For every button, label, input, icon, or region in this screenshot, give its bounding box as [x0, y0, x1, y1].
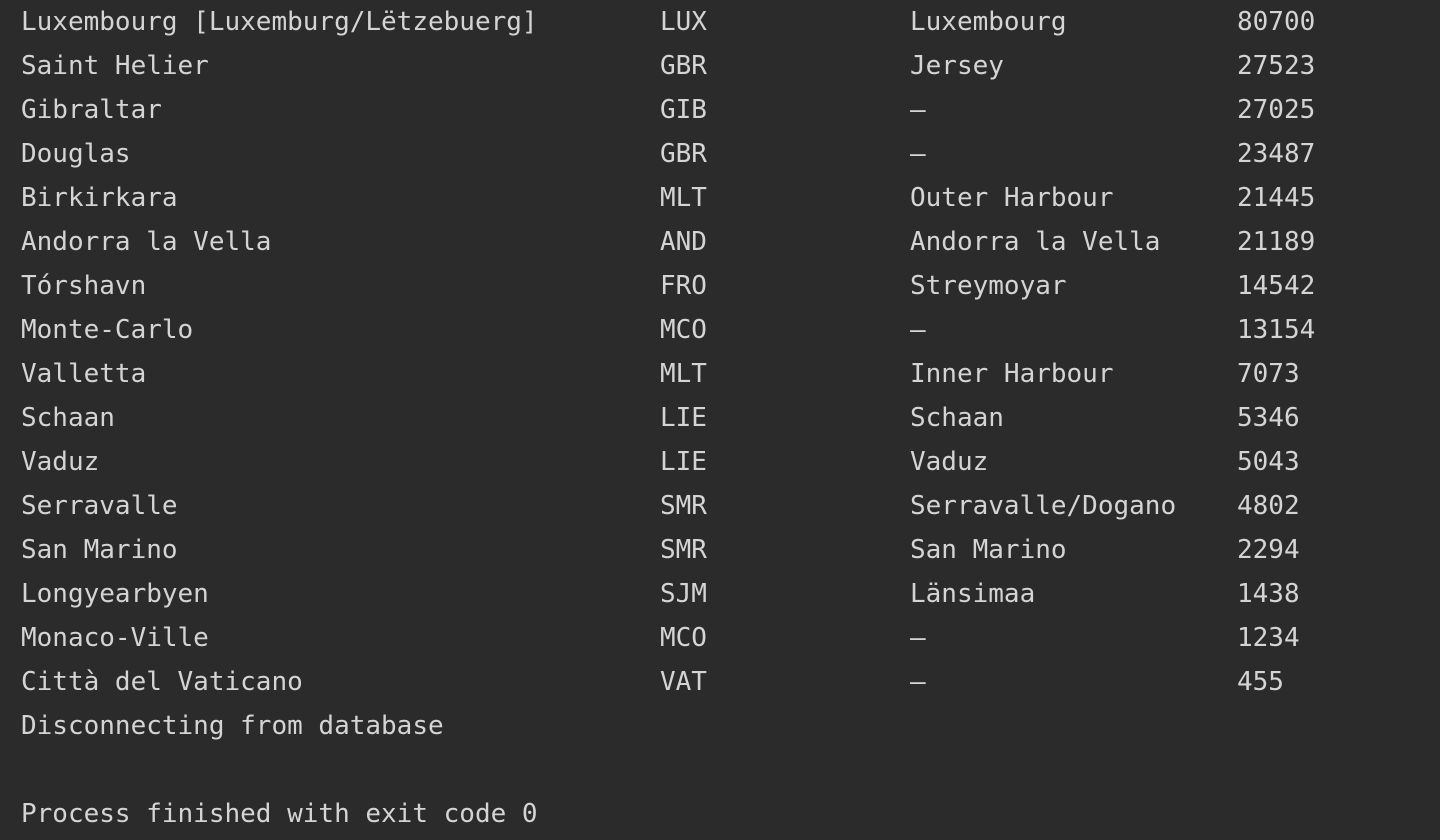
- country-code: GBR: [660, 51, 707, 81]
- table-row: Longyearbyen SJM Länsimaa 1438: [0, 572, 1440, 616]
- country-code: VAT: [660, 667, 707, 697]
- population: 5346: [1237, 403, 1300, 433]
- population: 4802: [1237, 491, 1300, 521]
- city-name: Valletta: [21, 359, 147, 389]
- district: –: [910, 315, 926, 345]
- population: 27025: [1237, 95, 1316, 125]
- table-row: Douglas GBR – 23487: [0, 132, 1440, 176]
- district: –: [910, 95, 926, 125]
- district: –: [910, 623, 926, 653]
- district: Outer Harbour: [910, 183, 1114, 213]
- country-code: FRO: [660, 271, 707, 301]
- district: Jersey: [910, 51, 1004, 81]
- table-row: Birkirkara MLT Outer Harbour 21445: [0, 176, 1440, 220]
- city-name: Schaan: [21, 403, 115, 433]
- country-code: GIB: [660, 95, 707, 125]
- country-code: MLT: [660, 359, 707, 389]
- table-row: Serravalle SMR Serravalle/Dogano 4802: [0, 484, 1440, 528]
- city-name: Douglas: [21, 139, 131, 169]
- district: Länsimaa: [910, 579, 1036, 609]
- table-row: Andorra la Vella AND Andorra la Vella 21…: [0, 220, 1440, 264]
- disconnect-message: Disconnecting from database: [21, 711, 444, 741]
- city-name: Tórshavn: [21, 271, 147, 301]
- country-code: MLT: [660, 183, 707, 213]
- city-name: Città del Vaticano: [21, 667, 303, 697]
- district: Inner Harbour: [910, 359, 1114, 389]
- table-row: Monaco-Ville MCO – 1234: [0, 616, 1440, 660]
- population: 5043: [1237, 447, 1300, 477]
- population: 1438: [1237, 579, 1300, 609]
- country-code: LUX: [660, 7, 707, 37]
- population: 14542: [1237, 271, 1316, 301]
- country-code: LIE: [660, 403, 707, 433]
- country-code: SMR: [660, 491, 707, 521]
- population: 2294: [1237, 535, 1300, 565]
- district: San Marino: [910, 535, 1067, 565]
- process-exit-message: Process finished with exit code 0: [21, 799, 538, 829]
- country-code: GBR: [660, 139, 707, 169]
- population: 21189: [1237, 227, 1316, 257]
- table-row: Valletta MLT Inner Harbour 7073: [0, 352, 1440, 396]
- district: Serravalle/Dogano: [910, 491, 1177, 521]
- table-row: Saint Helier GBR Jersey 27523: [0, 44, 1440, 88]
- city-name: San Marino: [21, 535, 178, 565]
- population: 455: [1237, 667, 1284, 697]
- population: 1234: [1237, 623, 1300, 653]
- district: Andorra la Vella: [910, 227, 1161, 257]
- district: Vaduz: [910, 447, 989, 477]
- city-name: Longyearbyen: [21, 579, 209, 609]
- table-row: Schaan LIE Schaan 5346: [0, 396, 1440, 440]
- population: 13154: [1237, 315, 1316, 345]
- district: Streymoyar: [910, 271, 1067, 301]
- table-row: Vaduz LIE Vaduz 5043: [0, 440, 1440, 484]
- district: –: [910, 139, 926, 169]
- district: Schaan: [910, 403, 1004, 433]
- city-name: Monaco-Ville: [21, 623, 209, 653]
- country-code: SMR: [660, 535, 707, 565]
- table-row: Tórshavn FRO Streymoyar 14542: [0, 264, 1440, 308]
- population: 7073: [1237, 359, 1300, 389]
- table-row: Gibraltar GIB – 27025: [0, 88, 1440, 132]
- country-code: MCO: [660, 623, 707, 653]
- district: Luxembourg: [910, 7, 1067, 37]
- country-code: SJM: [660, 579, 707, 609]
- city-name: Birkirkara: [21, 183, 178, 213]
- city-name: Andorra la Vella: [21, 227, 272, 257]
- city-name: Gibraltar: [21, 95, 162, 125]
- population: 21445: [1237, 183, 1316, 213]
- city-name: Saint Helier: [21, 51, 209, 81]
- city-name: Vaduz: [21, 447, 100, 477]
- city-name: Luxembourg [Luxemburg/Lëtzebuerg]: [21, 7, 538, 37]
- country-code: AND: [660, 227, 707, 257]
- city-table: Luxembourg [Luxemburg/Lëtzebuerg] LUX Lu…: [0, 0, 1440, 704]
- country-code: MCO: [660, 315, 707, 345]
- table-row: Città del Vaticano VAT – 455: [0, 660, 1440, 704]
- country-code: LIE: [660, 447, 707, 477]
- console-output: Luxembourg [Luxemburg/Lëtzebuerg] LUX Lu…: [0, 0, 1440, 840]
- population: 27523: [1237, 51, 1316, 81]
- population: 23487: [1237, 139, 1316, 169]
- city-name: Serravalle: [21, 491, 178, 521]
- population: 80700: [1237, 7, 1316, 37]
- table-row: Luxembourg [Luxemburg/Lëtzebuerg] LUX Lu…: [0, 0, 1440, 44]
- city-name: Monte-Carlo: [21, 315, 194, 345]
- table-row: Monte-Carlo MCO – 13154: [0, 308, 1440, 352]
- district: –: [910, 667, 926, 697]
- table-row: San Marino SMR San Marino 2294: [0, 528, 1440, 572]
